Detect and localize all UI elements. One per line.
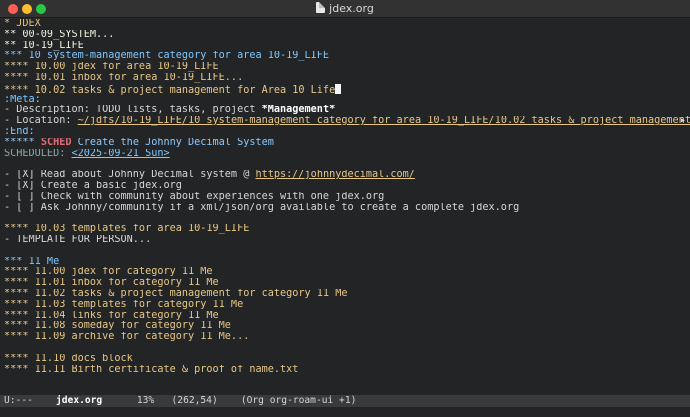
line-text: - [X] Create a basic jdex.org — [4, 180, 182, 191]
buffer-line[interactable]: ***** SCHED Create the Johnny Decimal Sy… — [4, 138, 690, 149]
buffer-line[interactable]: **** 10.01 inbox for area 10-19_LIFE... — [4, 73, 690, 84]
org-buffer-text-area[interactable]: * JDEX ** 00-09_SYSTEM... ** 10-19_LIFE ***… — [0, 19, 690, 395]
line-text: ** 10-19_LIFE — [4, 40, 84, 51]
line-segment: Create the Johnny Decimal System — [71, 137, 274, 148]
line-text: **** 11.02 tasks & project management fo… — [4, 288, 348, 299]
buffer-line[interactable]: - Description: TODO lists, tasks, projec… — [4, 105, 690, 116]
line-text: **** 11.03 templates for category 11 Me — [4, 299, 244, 310]
buffer-line[interactable]: SCHEDULED: <2025-09-21 Sun> — [4, 149, 690, 160]
buffer-line[interactable]: **** 11.08 someday for category 11 Me — [4, 321, 690, 332]
window-title-text: jdex.org — [329, 2, 374, 15]
mode-line: U:--- jdex.org 13% (262,54) (Org org-roa… — [0, 395, 690, 407]
line-text: **** 11.11 Birth certificate & proof of … — [4, 364, 299, 375]
buffer-line[interactable]: - TEMPLATE FOR PERSON... — [4, 235, 690, 246]
buffer-line[interactable]: **** 10.03 templates for area 10-19_LIFE — [4, 224, 690, 235]
buffer-line[interactable]: *** 11 Me — [4, 257, 690, 268]
line-text: **** 11.00 jdex for category 11 Me — [4, 267, 213, 278]
line-text: **** 10.03 templates for area 10-19_LIFE — [4, 224, 250, 235]
modeline-status: U:--- — [4, 395, 33, 406]
buffer-line[interactable] — [4, 343, 690, 354]
line-segment: - Description: TODO lists, tasks, projec… — [4, 105, 262, 116]
buffer-line[interactable]: - [X] Create a basic jdex.org — [4, 181, 690, 192]
title-bar[interactable]: jdex.org — [0, 0, 690, 18]
buffer-line[interactable] — [4, 246, 690, 257]
line-text: **** 10.00 jdex for area 10-19_LIFE — [4, 62, 219, 73]
buffer-line[interactable]: * JDEX — [4, 19, 690, 30]
buffer-line[interactable]: **** 11.04 links for category 11 Me — [4, 311, 690, 322]
buffer-line[interactable]: :End: — [4, 127, 690, 138]
line-segment: SCHEDULED: — [4, 148, 72, 159]
link-text[interactable]: https://johnnydecimal.com/ — [255, 170, 414, 180]
window-title: jdex.org — [0, 2, 690, 15]
line-text: **** 11.09 archive for category 11 Me... — [4, 332, 250, 343]
buffer-line[interactable]: **** 11.09 archive for category 11 Me... — [4, 332, 690, 343]
line-text: :End: — [4, 126, 35, 137]
line-text: *** 11 Me — [4, 256, 60, 267]
line-text: - TEMPLATE FOR PERSON... — [4, 234, 152, 245]
line-text: **** 11.10 docs block — [4, 353, 133, 364]
buffer-line[interactable]: - [X] Read about Johnny Decimal system @… — [4, 170, 690, 181]
line-text: ** 00-09_SYSTEM... — [4, 29, 115, 40]
line-text: **** 11.01 inbox for category 11 Me — [4, 278, 219, 289]
text-cursor — [335, 83, 342, 94]
buffer-line[interactable]: **** 11.01 inbox for category 11 Me — [4, 278, 690, 289]
modeline-position: (262,54) — [171, 395, 218, 406]
line-text: - [ ] Ask Johnny/community if a xml/json… — [4, 202, 520, 213]
emacs-window: jdex.org * JDEX ** 00-09_SYSTEM... ** 10-1… — [0, 0, 690, 417]
buffer-line[interactable]: ** 00-09_SYSTEM... — [4, 30, 690, 41]
buffer-line[interactable] — [4, 159, 690, 170]
line-text: - [ ] Check with community about experie… — [4, 191, 385, 202]
link-text[interactable]: ~/jdfs/10-19_LIFE/10 system-management c… — [78, 116, 690, 126]
line-overflow-arrow-icon: ▸ — [679, 116, 686, 127]
modeline-percent: 13% — [136, 395, 155, 406]
timestamp-link[interactable]: <2025-09-21 Sun> — [71, 149, 169, 159]
line-segment: *Management* — [261, 105, 336, 116]
buffer-line[interactable]: ** 10-19_LIFE — [4, 41, 690, 52]
line-segment: - [X] Read about Johnny Decimal system @ — [4, 170, 256, 181]
buffer-line[interactable]: **** 11.11 Birth certificate & proof of … — [4, 365, 690, 376]
modeline-modes[interactable]: (Org org-roam-ui +1) — [241, 395, 357, 406]
line-text: **** 10.02 tasks & project management fo… — [4, 84, 336, 95]
buffer-line[interactable]: **** 11.00 jdex for category 11 Me — [4, 267, 690, 278]
buffer-line[interactable]: :Meta: — [4, 95, 690, 106]
buffer-line[interactable] — [4, 213, 690, 224]
line-segment: ***** — [4, 137, 41, 148]
line-segment: - Location: — [4, 116, 78, 127]
buffer-line[interactable]: **** 11.02 tasks & project management fo… — [4, 289, 690, 300]
buffer-line[interactable]: **** 11.03 templates for category 11 Me — [4, 300, 690, 311]
buffer-line[interactable]: - Location: ~/jdfs/10-19_LIFE/10 system-… — [4, 116, 690, 127]
line-segment: SCHED — [40, 137, 72, 148]
buffer-line[interactable]: **** 11.10 docs block — [4, 354, 690, 365]
buffer-line[interactable]: *** 10 system-management category for ar… — [4, 51, 690, 62]
buffer-line[interactable]: - [ ] Ask Johnny/community if a xml/json… — [4, 203, 690, 214]
buffer-line[interactable]: - [ ] Check with community about experie… — [4, 192, 690, 203]
line-text: * JDEX — [4, 19, 41, 29]
buffer-line[interactable]: **** 10.00 jdex for area 10-19_LIFE — [4, 62, 690, 73]
modeline-buffer-name[interactable]: jdex.org — [56, 395, 102, 406]
document-icon — [316, 2, 326, 13]
line-text: :Meta: — [4, 94, 41, 105]
line-text: **** 11.04 links for category 11 Me — [4, 310, 219, 321]
line-text: **** 10.01 inbox for area 10-19_LIFE... — [4, 72, 244, 83]
buffer-line[interactable]: **** 10.02 tasks & project management fo… — [4, 83, 690, 95]
line-text: *** 10 system-management category for ar… — [4, 51, 330, 62]
minibuffer[interactable] — [0, 407, 690, 417]
line-text: **** 11.08 someday for category 11 Me — [4, 321, 231, 332]
